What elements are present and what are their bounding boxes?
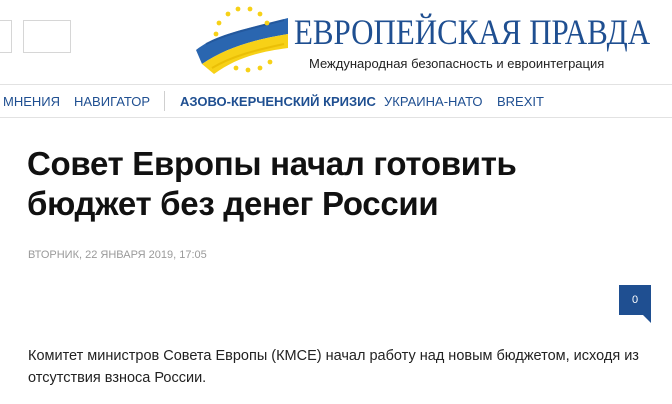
nav-item-azov-kerch-crisis[interactable]: АЗОВО-КЕРЧЕНСКИЙ КРИЗИС <box>180 94 376 109</box>
article-date: ВТОРНИК, 22 ЯНВАРЯ 2019, 17:05 <box>28 249 207 261</box>
site-logo[interactable]: ЕВРОПЕЙСКАЯ ПРАВДА Международная безопас… <box>192 4 662 76</box>
nav-divider <box>164 91 165 111</box>
article-headline: Совет Европы начал готовить бюджет без д… <box>27 145 517 222</box>
page: ЕВРОПЕЙСКАЯ ПРАВДА Международная безопас… <box>0 0 672 404</box>
comments-count-button[interactable]: 0 <box>619 285 651 323</box>
article-lead: Комитет министров Совета Европы (КМСЕ) н… <box>28 348 639 386</box>
logo-title: ЕВРОПЕЙСКАЯ ПРАВДА <box>294 12 651 52</box>
flag-stars-logo-icon <box>196 6 288 74</box>
nav-item-navigator[interactable]: НАВИГАТОР <box>74 94 150 109</box>
site-header: ЕВРОПЕЙСКАЯ ПРАВДА Международная безопас… <box>0 0 672 84</box>
search-button[interactable] <box>23 20 71 53</box>
nav-item-opinions[interactable]: МНЕНИЯ <box>3 94 60 109</box>
nav-item-brexit[interactable]: BREXIT <box>497 94 544 109</box>
menu-button[interactable] <box>0 20 12 53</box>
logo-subtitle: Международная безопасность и евроинтегра… <box>309 56 605 71</box>
nav-item-ukraine-nato[interactable]: УКРАИНА-НАТО <box>384 94 483 109</box>
main-navigation: МНЕНИЯ НАВИГАТОР АЗОВО-КЕРЧЕНСКИЙ КРИЗИС… <box>0 84 672 118</box>
